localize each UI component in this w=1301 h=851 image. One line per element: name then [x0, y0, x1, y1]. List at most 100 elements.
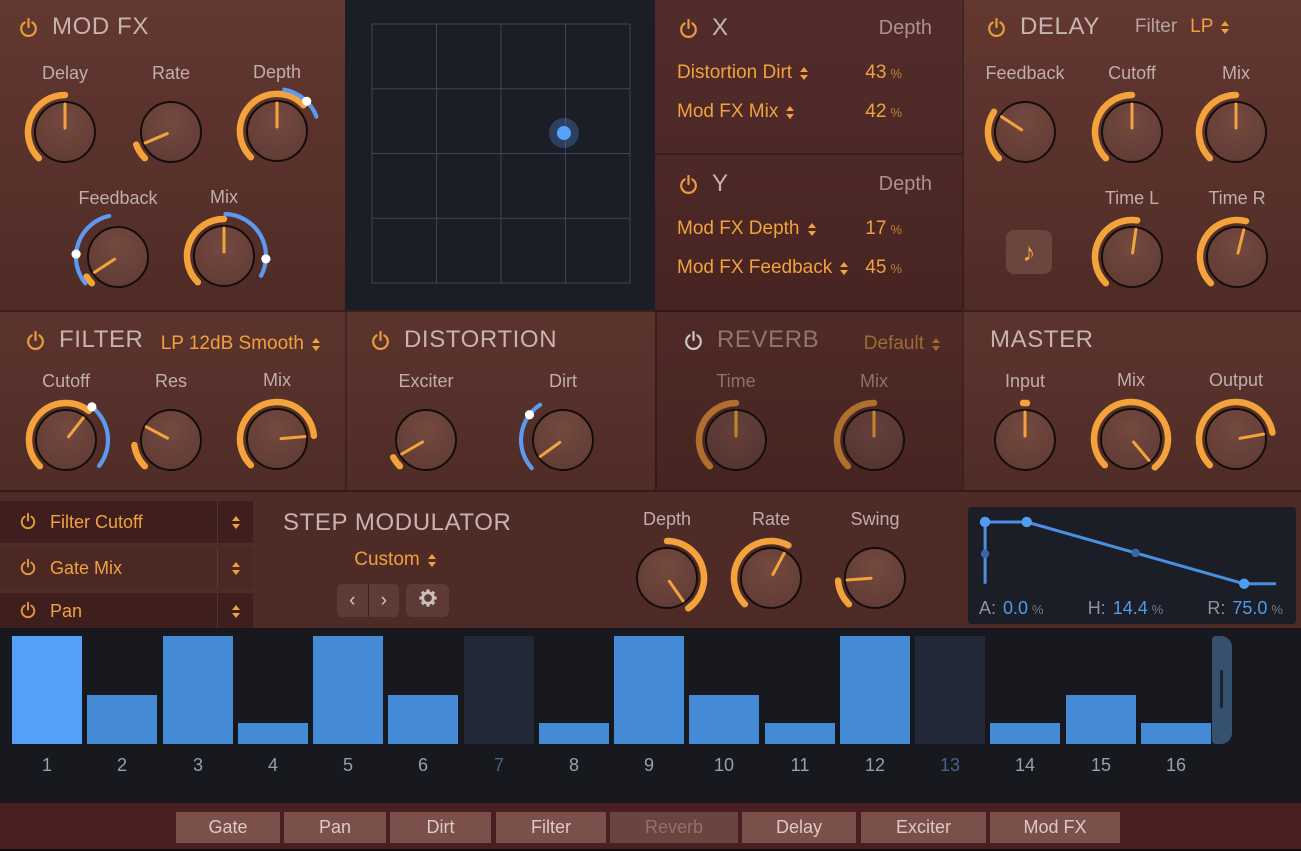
step-modulator-depth-knob[interactable]: [619, 530, 715, 626]
step-14-bar[interactable]: [990, 723, 1060, 744]
master-input-knob[interactable]: [977, 392, 1073, 488]
mod-target-row-gate-mix[interactable]: Gate Mix: [0, 547, 253, 589]
xy-pad-grid[interactable]: [345, 0, 655, 310]
x-target-1[interactable]: Distortion Dirt: [677, 62, 792, 84]
y-target-2[interactable]: Mod FX Feedback: [677, 257, 832, 279]
bottom-tab-gate[interactable]: Gate: [176, 812, 280, 843]
step-9-bar[interactable]: [614, 636, 684, 744]
bottom-tab-mod-fx[interactable]: Mod FX: [990, 812, 1120, 843]
delay-tempo-sync-button[interactable]: ♪: [1006, 230, 1052, 274]
preset-prev-button[interactable]: ‹: [337, 584, 369, 617]
reverb-mix-label: Mix: [812, 371, 936, 392]
distortion-power-icon[interactable]: [370, 330, 391, 351]
y-depth-value-1[interactable]: 17%: [865, 218, 902, 240]
x-depth-header: Depth: [879, 17, 932, 40]
step-15-number: 15: [1066, 755, 1136, 776]
step-11-bar[interactable]: [765, 723, 835, 744]
x-assignment-row-1[interactable]: Distortion Dirt 43%: [677, 59, 932, 87]
reverb-mix-knob[interactable]: [826, 392, 922, 488]
mod-target-power-icon[interactable]: [19, 601, 40, 622]
delay-feedback-knob[interactable]: [977, 84, 1073, 180]
mod-target-row-filter-cutoff[interactable]: Filter Cutoff: [0, 501, 253, 543]
x-power-icon[interactable]: [678, 18, 699, 39]
dropdown-chevron-icon: [932, 338, 940, 351]
attack-readout: A:0.0%: [979, 598, 1044, 619]
mod-target-select[interactable]: [217, 547, 253, 589]
filter-cutoff-knob[interactable]: [18, 392, 114, 488]
step-sequencer: 12345678910111213141516: [0, 628, 1301, 803]
step-15-bar[interactable]: [1066, 695, 1136, 744]
step-5-bar[interactable]: [313, 636, 383, 744]
x-depth-value-1[interactable]: 43%: [865, 62, 902, 84]
mod-fx-depth-knob[interactable]: [229, 83, 325, 179]
x-depth-value-2[interactable]: 42%: [865, 101, 902, 123]
step-10-bar[interactable]: [689, 695, 759, 744]
master-output-knob[interactable]: [1188, 391, 1284, 487]
delay-power-icon[interactable]: [986, 17, 1007, 38]
delay-mix-knob[interactable]: [1188, 84, 1284, 180]
step-1-number: 1: [12, 755, 82, 776]
step-pattern-scrollbar[interactable]: [1212, 636, 1232, 744]
dropdown-chevron-icon: [1221, 21, 1229, 34]
step-7-number: 7: [464, 755, 534, 776]
step-3-number: 3: [163, 755, 233, 776]
filter-mode-select[interactable]: LP 12dB Smooth: [161, 333, 320, 355]
bottom-tab-exciter[interactable]: Exciter: [861, 812, 986, 843]
filter-res-knob[interactable]: [123, 392, 219, 488]
y-assignment-row-2[interactable]: Mod FX Feedback 45%: [677, 254, 932, 282]
bottom-tab-filter[interactable]: Filter: [496, 812, 606, 843]
step-4-bar[interactable]: [238, 723, 308, 744]
reverb-time-knob[interactable]: [688, 392, 784, 488]
bottom-tab-delay[interactable]: Delay: [742, 812, 856, 843]
mod-fx-feedback-knob[interactable]: [70, 209, 166, 305]
reverb-power-icon[interactable]: [683, 330, 704, 351]
mod-target-select[interactable]: [217, 593, 253, 629]
preset-next-button[interactable]: ›: [369, 584, 400, 617]
bottom-tab-dirt[interactable]: Dirt: [390, 812, 491, 843]
distortion-dirt-knob[interactable]: [515, 392, 611, 488]
step-modulator-swing-knob[interactable]: [827, 530, 923, 626]
step-4-number: 4: [238, 755, 308, 776]
delay-filter-select[interactable]: LP: [1190, 16, 1229, 38]
bottom-tab-reverb[interactable]: Reverb: [610, 812, 738, 843]
step-2-bar[interactable]: [87, 695, 157, 744]
step-modulator-rate-knob[interactable]: [723, 530, 819, 626]
y-power-icon[interactable]: [678, 174, 699, 195]
step-1-bar[interactable]: [12, 636, 82, 744]
x-assignment-row-2[interactable]: Mod FX Mix 42%: [677, 98, 932, 126]
delay-time-r-knob[interactable]: [1189, 209, 1285, 305]
delay-time-l-knob[interactable]: [1084, 209, 1180, 305]
distortion-exciter-knob[interactable]: [378, 392, 474, 488]
reverb-preset-select[interactable]: Default: [864, 333, 940, 355]
settings-button[interactable]: [406, 584, 449, 617]
bottom-tab-pan[interactable]: Pan: [284, 812, 386, 843]
x-target-2[interactable]: Mod FX Mix: [677, 101, 778, 123]
delay-cutoff-knob[interactable]: [1084, 84, 1180, 180]
step-7-empty-slot[interactable]: [464, 636, 534, 744]
step-6-bar[interactable]: [388, 695, 458, 744]
xy-pad[interactable]: [345, 0, 655, 310]
step-8-bar[interactable]: [539, 723, 609, 744]
mod-target-power-icon[interactable]: [19, 558, 40, 579]
filter-mix-knob[interactable]: [229, 391, 325, 487]
y-depth-value-2[interactable]: 45%: [865, 257, 902, 279]
filter-power-icon[interactable]: [25, 330, 46, 351]
step-16-bar[interactable]: [1141, 723, 1211, 744]
step-12-bar[interactable]: [840, 636, 910, 744]
step-3-bar[interactable]: [163, 636, 233, 744]
mod-fx-power-icon[interactable]: [18, 17, 39, 38]
master-mix-knob[interactable]: [1083, 391, 1179, 487]
mod-fx-rate-knob[interactable]: [123, 84, 219, 180]
y-target-1[interactable]: Mod FX Depth: [677, 218, 800, 240]
step-modulator-preset-select[interactable]: Custom: [354, 549, 435, 571]
step-13-empty-slot[interactable]: [915, 636, 985, 744]
step-envelope-display[interactable]: A:0.0% H:14.4% R:75.0%: [968, 507, 1296, 624]
mod-target-row-pan[interactable]: Pan: [0, 593, 253, 629]
y-assignment-row-1[interactable]: Mod FX Depth 17%: [677, 215, 932, 243]
mod-fx-mix-knob[interactable]: [176, 208, 272, 304]
mod-target-power-icon[interactable]: [19, 512, 40, 533]
xy-dot[interactable]: [557, 126, 571, 140]
step-modulator-title: STEP MODULATOR: [283, 509, 511, 537]
mod-target-select[interactable]: [217, 501, 253, 543]
mod-fx-delay-knob[interactable]: [17, 84, 113, 180]
